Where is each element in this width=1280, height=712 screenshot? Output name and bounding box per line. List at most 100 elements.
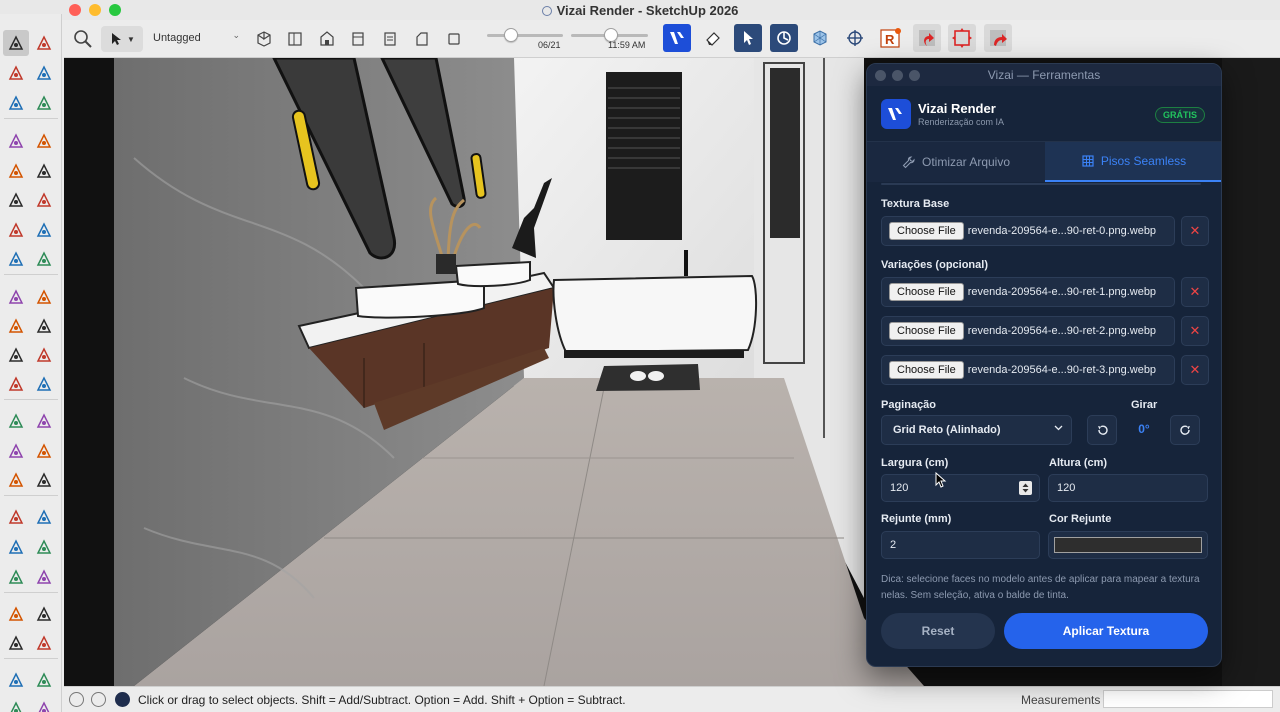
view-left-icon[interactable] — [411, 26, 433, 52]
offset-icon[interactable] — [31, 342, 57, 368]
three-point-arc-icon[interactable] — [3, 246, 29, 272]
view-top-icon[interactable] — [284, 26, 306, 52]
paint-bucket-icon[interactable] — [3, 60, 29, 86]
view-back-icon[interactable] — [379, 26, 401, 52]
dimension-icon[interactable] — [31, 408, 57, 434]
previous-view-icon[interactable] — [31, 564, 57, 590]
3d-text-icon[interactable] — [31, 467, 57, 493]
choose-file-button[interactable]: Choose File — [889, 322, 964, 340]
select-tool-dropdown[interactable]: ▼ — [101, 26, 143, 52]
ext-blue-2-button[interactable] — [770, 24, 798, 52]
two-point-arc-icon[interactable] — [31, 217, 57, 243]
choose-file-button[interactable]: Choose File — [889, 361, 964, 379]
help-icon[interactable] — [115, 692, 130, 707]
height-input[interactable]: 120 — [1048, 474, 1208, 502]
rotate-icon[interactable] — [3, 313, 29, 339]
choose-file-button[interactable]: Choose File — [889, 222, 964, 240]
follow-me-icon[interactable] — [31, 313, 57, 339]
pencil-line-icon[interactable] — [3, 128, 29, 154]
tape-measure-icon[interactable] — [3, 408, 29, 434]
variation-2-file-input[interactable]: Choose File revenda-209564-e...90-ret-2.… — [881, 316, 1175, 346]
panel-zoom-button[interactable] — [909, 70, 920, 81]
shadow-date-knob[interactable] — [504, 28, 519, 42]
variation-3-file-input[interactable]: Choose File revenda-209564-e...90-ret-3.… — [881, 355, 1175, 385]
panel-close-button[interactable] — [875, 70, 886, 81]
remove-file-button[interactable]: ✕ — [1181, 277, 1209, 307]
pie-icon[interactable] — [31, 246, 57, 272]
eraser-button[interactable] — [699, 24, 727, 52]
measurements-input[interactable] — [1103, 690, 1273, 708]
variation-1-file-input[interactable]: Choose File revenda-209564-e...90-ret-1.… — [881, 277, 1175, 307]
texture-base-file-input[interactable]: Choose File revenda-209564-e...90-ret-0.… — [881, 216, 1175, 246]
zoom-icon[interactable] — [70, 26, 96, 52]
sandbox-icon[interactable] — [3, 667, 29, 693]
panel-minimize-button[interactable] — [892, 70, 903, 81]
view-iso-icon[interactable] — [253, 26, 275, 52]
tag-select[interactable]: Untagged ⌄ — [150, 29, 242, 47]
text-icon[interactable] — [31, 438, 57, 464]
rotate-left-button[interactable] — [1087, 415, 1117, 445]
vizai-logo-button[interactable] — [663, 24, 691, 52]
tag-eraser-icon[interactable] — [31, 90, 57, 116]
ext-blue-1-button[interactable] — [734, 24, 762, 52]
remove-file-button[interactable]: ✕ — [1181, 216, 1209, 246]
zoom-window-icon[interactable] — [31, 534, 57, 560]
walk-icon[interactable] — [31, 601, 57, 627]
ext-red-1-button[interactable] — [913, 24, 941, 52]
polygon-icon[interactable] — [31, 187, 57, 213]
remove-file-button[interactable]: ✕ — [1181, 316, 1209, 346]
arc-icon[interactable] — [3, 217, 29, 243]
ext-red-3-button[interactable] — [984, 24, 1012, 52]
pagination-select[interactable]: Grid Reto (Alinhado) — [881, 415, 1072, 445]
view-right-icon[interactable] — [347, 26, 369, 52]
ext-target-button[interactable] — [841, 24, 869, 52]
intersect-icon[interactable] — [31, 371, 57, 397]
geo-location-icon[interactable] — [69, 692, 84, 707]
rectangle-icon[interactable] — [3, 158, 29, 184]
circle-icon[interactable] — [3, 187, 29, 213]
look-around-icon[interactable] — [3, 630, 29, 656]
rotate-right-button[interactable] — [1170, 415, 1200, 445]
ext-red-2-button[interactable] — [948, 24, 976, 52]
view-front-icon[interactable] — [316, 26, 338, 52]
apply-texture-button[interactable]: Aplicar Textura — [1004, 613, 1208, 649]
zoom-icon[interactable] — [3, 534, 29, 560]
shadow-date-slider[interactable] — [487, 28, 563, 42]
eraser-icon[interactable] — [31, 60, 57, 86]
tab-optimize-file[interactable]: Otimizar Arquivo — [867, 142, 1045, 182]
width-input[interactable]: 120 — [881, 474, 1040, 502]
flip-icon[interactable] — [3, 371, 29, 397]
remove-file-button[interactable]: ✕ — [1181, 355, 1209, 385]
rotated-rect-icon[interactable] — [31, 158, 57, 184]
scale-icon[interactable] — [3, 342, 29, 368]
width-stepper[interactable] — [1019, 481, 1032, 495]
ext-render-button[interactable]: R — [876, 24, 904, 52]
protractor-icon[interactable] — [3, 438, 29, 464]
freehand-icon[interactable] — [31, 128, 57, 154]
view-bottom-icon[interactable] — [443, 26, 465, 52]
move-icon[interactable] — [3, 284, 29, 310]
select-arrow-icon[interactable] — [3, 30, 29, 56]
section-plane-icon[interactable] — [31, 630, 57, 656]
reset-button[interactable]: Reset — [881, 613, 995, 649]
styles-icon[interactable] — [31, 696, 57, 712]
credits-icon[interactable] — [91, 692, 106, 707]
orbit-icon[interactable] — [3, 504, 29, 530]
ext-cube-button[interactable] — [806, 24, 834, 52]
lasso-select-icon[interactable] — [31, 30, 57, 56]
zoom-extents-icon[interactable] — [3, 564, 29, 590]
component-icon[interactable] — [3, 90, 29, 116]
axes-icon[interactable] — [3, 467, 29, 493]
tab-seamless-floors[interactable]: Pisos Seamless — [1045, 142, 1221, 182]
pan-icon[interactable] — [31, 504, 57, 530]
choose-file-button[interactable]: Choose File — [889, 283, 964, 301]
stamp-icon[interactable] — [31, 667, 57, 693]
layers-icon[interactable] — [3, 696, 29, 712]
grout-color-picker[interactable] — [1048, 531, 1208, 559]
push-pull-icon[interactable] — [31, 284, 57, 310]
grout-input[interactable]: 2 — [881, 531, 1040, 559]
tip-text: Dica: selecione faces no modelo antes de… — [881, 574, 1200, 601]
tab-seamless-label: Pisos Seamless — [1100, 154, 1187, 168]
position-camera-icon[interactable] — [3, 601, 29, 627]
shadow-time-slider[interactable] — [571, 28, 648, 42]
